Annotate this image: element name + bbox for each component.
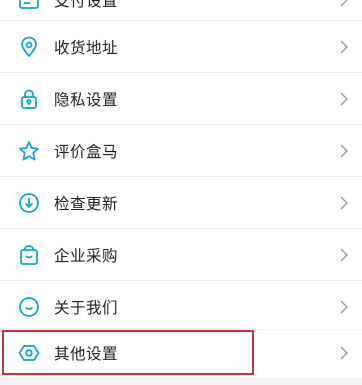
smile-circle-icon bbox=[17, 295, 41, 319]
menu-item-label: 企业采购 bbox=[54, 247, 119, 265]
chevron-right-icon bbox=[338, 92, 350, 106]
menu-item-label: 评价盒马 bbox=[54, 143, 119, 161]
menu-item-label: 检查更新 bbox=[54, 195, 119, 213]
chevron-right-icon bbox=[338, 248, 350, 262]
shopping-bag-icon bbox=[17, 243, 41, 267]
highlight-box bbox=[2, 330, 254, 375]
menu-item-label: 关于我们 bbox=[54, 299, 119, 317]
section-gap bbox=[0, 378, 362, 385]
chevron-right-icon bbox=[338, 0, 350, 7]
menu-item-rate-hema[interactable]: 评价盒马 bbox=[0, 125, 362, 177]
chevron-right-icon bbox=[338, 196, 350, 210]
menu-item-label: 支付设置 bbox=[54, 0, 119, 10]
chevron-right-icon bbox=[338, 300, 350, 314]
location-pin-icon bbox=[17, 35, 41, 59]
menu-item-check-update[interactable]: 检查更新 bbox=[0, 177, 362, 229]
chevron-right-icon bbox=[338, 144, 350, 158]
menu-item-enterprise-purchase[interactable]: 企业采购 bbox=[0, 229, 362, 281]
chevron-right-icon bbox=[338, 40, 350, 54]
menu-item-privacy-settings[interactable]: 隐私设置 bbox=[0, 73, 362, 125]
menu-item-shipping-address[interactable]: 收货地址 bbox=[0, 21, 362, 73]
chevron-right-icon bbox=[338, 346, 350, 360]
menu-item-label: 收货地址 bbox=[54, 39, 119, 57]
download-circle-icon bbox=[17, 191, 41, 215]
star-icon bbox=[17, 139, 41, 163]
menu-item-label: 隐私设置 bbox=[54, 91, 119, 109]
lock-icon bbox=[17, 87, 41, 111]
menu-item-about-us[interactable]: 关于我们 bbox=[0, 281, 362, 333]
wallet-icon bbox=[17, 0, 41, 12]
